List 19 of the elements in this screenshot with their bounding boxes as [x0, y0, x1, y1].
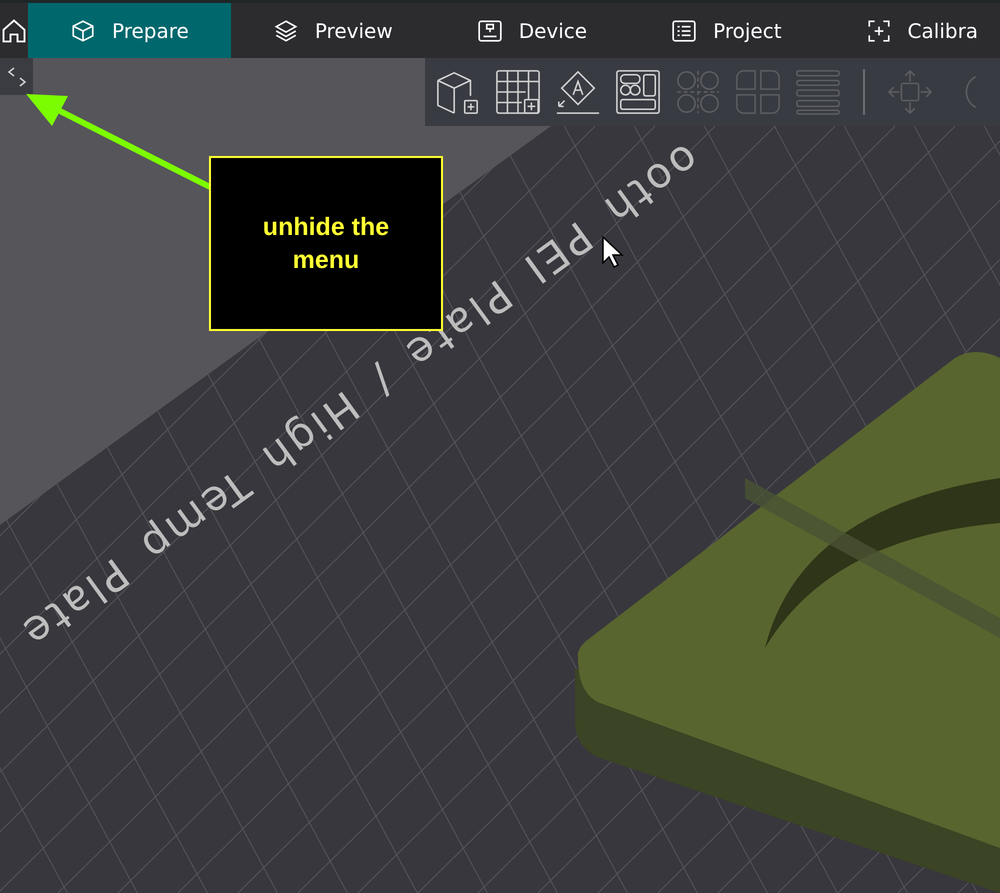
- list-icon: [671, 18, 698, 44]
- plate-label: /: [362, 358, 401, 403]
- nav-tab[interactable]: Calibra: [824, 3, 1000, 58]
- layers-icon: [272, 18, 299, 44]
- nav-tab[interactable]: Preview: [230, 3, 435, 58]
- layout-icon[interactable]: [615, 69, 661, 115]
- sidebar-toggle-button[interactable]: [0, 58, 33, 95]
- crosshair-frame-icon: [866, 18, 892, 44]
- add-grid-icon[interactable]: [495, 69, 541, 115]
- mouse-cursor-icon: [602, 236, 624, 268]
- nav-tab[interactable]: Prepare: [28, 3, 231, 58]
- cube-icon: [70, 18, 96, 44]
- printer-icon: [476, 18, 503, 44]
- nav-tab[interactable]: Project: [629, 3, 824, 58]
- nav-tab[interactable]: Device: [434, 3, 630, 58]
- home-icon: [0, 16, 28, 44]
- annotation-callout: unhide the menu: [209, 156, 443, 331]
- text-tag-icon[interactable]: [555, 69, 601, 115]
- add-cube-icon[interactable]: [435, 69, 481, 115]
